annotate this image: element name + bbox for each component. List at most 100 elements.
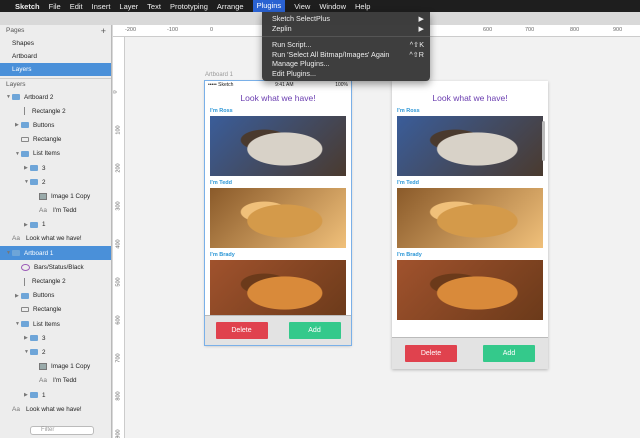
layer-label: 1 — [42, 391, 46, 399]
rect-icon — [21, 307, 29, 313]
layer-row[interactable]: Rectangle — [0, 133, 111, 147]
list-item-caption: I'm Ross — [397, 108, 420, 114]
layer-row[interactable]: Rectangle 2 — [0, 104, 111, 118]
menu-view[interactable]: View — [294, 2, 310, 11]
filter-input[interactable]: Filter — [30, 426, 94, 435]
folder-icon — [30, 165, 38, 172]
folder-icon — [21, 122, 29, 129]
artboard-label[interactable]: Artboard 1 — [205, 72, 233, 78]
folder-icon — [21, 321, 29, 328]
list-item-caption: I'm Tedd — [397, 180, 419, 186]
layer-row[interactable]: ▶ 3 — [0, 331, 111, 345]
menu-item-1[interactable]: Zeplin ▶ — [262, 24, 430, 34]
pages-header-label: Pages — [6, 27, 25, 34]
list-item-caption: I'm Brady — [210, 252, 235, 258]
layer-label: 2 — [42, 348, 46, 356]
menu-help[interactable]: Help — [355, 2, 370, 11]
layer-row[interactable]: Rectangle — [0, 303, 111, 317]
menu-window[interactable]: Window — [319, 2, 346, 11]
menu-edit[interactable]: Edit — [70, 2, 83, 11]
layer-row[interactable]: ▼ 2 — [0, 175, 111, 189]
menu-arrange[interactable]: Arrange — [217, 2, 244, 11]
layer-row[interactable]: Aa Look what we have! — [0, 402, 111, 416]
layer-row[interactable]: Aa I'm Tedd — [0, 204, 111, 218]
add-button[interactable]: Add — [288, 322, 341, 339]
folder-icon — [30, 392, 38, 399]
layer-row[interactable]: Bars/Status/Black — [0, 260, 111, 274]
canvas[interactable]: -200 -100 0 600 700 800 900 0 100 200 300 400 500 60… — [113, 25, 640, 438]
app-menu[interactable]: Sketch — [15, 2, 40, 11]
ruler-tick: 900 — [613, 27, 623, 33]
layer-label: Buttons — [33, 121, 55, 129]
layer-row[interactable]: ▶ Buttons — [0, 289, 111, 303]
delete-button[interactable]: Delete — [215, 322, 268, 339]
menu-item-0[interactable]: Sketch SelectPlus ▶ — [262, 14, 430, 24]
plugins-menu: Sketch SelectPlus ▶ Zeplin ▶ Run Script... ^⇧… — [262, 12, 430, 81]
folder-icon — [21, 292, 29, 299]
add-button[interactable]: Add — [483, 345, 535, 362]
layer-row[interactable]: Aa Look what we have! — [0, 232, 111, 246]
layer-label: Rectangle — [33, 306, 62, 314]
layer-row[interactable]: ▼ Artboard 1 — [0, 246, 111, 261]
list-items: I'm Ross I'm Tedd I'm Brady — [392, 108, 548, 320]
page-item-layers[interactable]: Layers — [0, 63, 111, 76]
txt-icon: Aa — [39, 377, 47, 385]
menu-text[interactable]: Text — [147, 2, 161, 11]
ruler-tick: 0 — [113, 90, 119, 94]
add-page-button[interactable]: + — [101, 25, 106, 37]
menu-prototyping[interactable]: Prototyping — [170, 2, 208, 11]
list-items: I'm Ross I'm Tedd I'm Brady — [205, 108, 351, 320]
layer-row[interactable]: ▶ 1 — [0, 388, 111, 402]
txt-icon: Aa — [39, 207, 47, 215]
delete-button[interactable]: Delete — [405, 345, 457, 362]
layer-row[interactable]: ▶ 1 — [0, 218, 111, 232]
txt-icon: Aa — [12, 235, 20, 243]
dog-image — [397, 188, 543, 248]
layer-row[interactable]: ▼ List Items — [0, 317, 111, 331]
layer-label: Rectangle 2 — [32, 278, 66, 286]
menu-item-action-1[interactable]: Run 'Select All Bitmap/Images' Again ^⇧R — [262, 50, 430, 60]
page-title: Look what we have! — [432, 93, 508, 103]
ruler-tick: 300 — [115, 201, 122, 211]
ruler-tick: 0 — [210, 27, 214, 33]
layer-row[interactable]: Image 1 Copy — [0, 360, 111, 374]
layer-row[interactable]: ▼ List Items — [0, 147, 111, 161]
folder-icon — [30, 221, 38, 228]
menu-item-action-0[interactable]: Run Script... ^⇧K — [262, 40, 430, 50]
menu-file[interactable]: File — [49, 2, 61, 11]
layer-label: Artboard 1 — [24, 249, 54, 257]
layer-row[interactable]: ▶ 3 — [0, 161, 111, 175]
dog-image — [397, 260, 543, 320]
menu-item-label: Edit Plugins... — [272, 68, 316, 78]
artboard-2[interactable]: Look what we have! I'm Ross I'm Tedd I'm B… — [392, 81, 548, 369]
layer-label: I'm Tedd — [53, 377, 77, 385]
page-item-shapes[interactable]: Shapes — [0, 37, 111, 50]
layer-label: List Items — [33, 150, 60, 158]
layer-row[interactable]: Image 1 Copy — [0, 189, 111, 203]
layer-row[interactable]: ▼ 2 — [0, 345, 111, 359]
page-item-artboard[interactable]: Artboard — [0, 50, 111, 63]
ruler-tick: 500 — [115, 277, 122, 287]
artboard-1[interactable]: ••••• Sketch 9:41 AM 100% Look what we hav… — [204, 80, 352, 346]
pages-header: Pages + — [0, 25, 111, 37]
folder-icon — [21, 150, 29, 157]
scrollbar[interactable] — [542, 121, 545, 161]
menu-item-action-3[interactable]: Edit Plugins... — [262, 69, 430, 79]
menu-insert[interactable]: Insert — [92, 2, 111, 11]
dog-image — [210, 116, 346, 176]
ruler-tick: 100 — [115, 125, 122, 135]
menu-plugins[interactable]: Plugins — [252, 0, 286, 12]
menu-item-action-2[interactable]: Manage Plugins... — [262, 59, 430, 69]
menu-item-label: Manage Plugins... — [272, 59, 330, 68]
layer-row[interactable]: Aa I'm Tedd — [0, 374, 111, 388]
submenu-arrow-icon: ▶ — [418, 23, 424, 33]
layer-row[interactable]: Rectangle 2 — [0, 274, 111, 288]
battery: 100% — [335, 81, 348, 88]
submenu-arrow-icon: ▶ — [418, 14, 424, 23]
menu-layer[interactable]: Layer — [119, 2, 138, 11]
layer-label: 3 — [42, 164, 46, 172]
layer-label: I'm Tedd — [53, 207, 77, 215]
layer-row[interactable]: ▼ Artboard 2 — [0, 90, 111, 104]
layer-row[interactable]: ▶ Buttons — [0, 118, 111, 132]
ruler-tick: 800 — [115, 391, 122, 401]
